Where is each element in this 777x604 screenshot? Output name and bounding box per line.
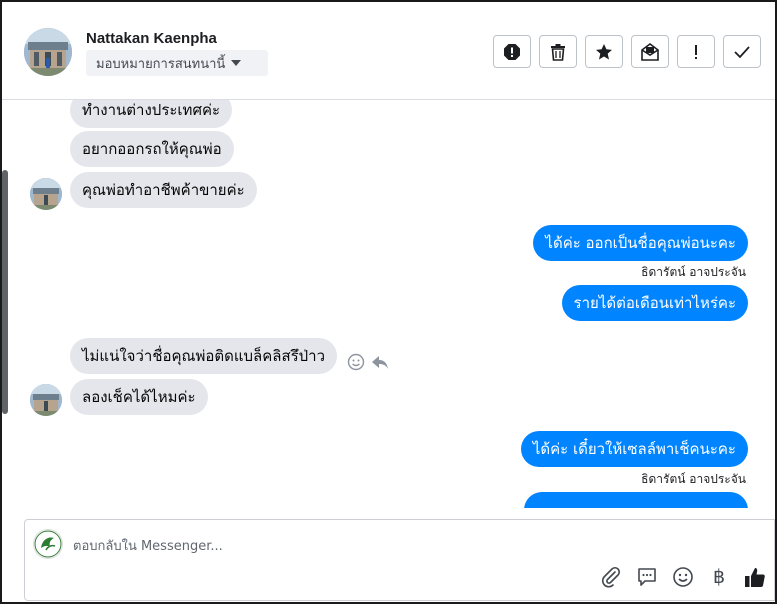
left-scrollbar[interactable] bbox=[2, 170, 8, 414]
header-actions bbox=[493, 35, 761, 68]
message-tools bbox=[347, 353, 389, 371]
reply-composer[interactable]: ตอบกลับใน Messenger... ฿ bbox=[24, 519, 775, 601]
outgoing-message[interactable]: ได้ค่ะ เดี๋ยวให้เซลล์พาเช็คนะคะ bbox=[520, 431, 748, 467]
delete-button[interactable] bbox=[539, 35, 577, 68]
follow-up-button[interactable] bbox=[677, 35, 715, 68]
reply-icon[interactable] bbox=[371, 353, 389, 371]
contact-avatar[interactable] bbox=[24, 28, 72, 76]
assign-label: มอบหมายการสนทนานี้ bbox=[96, 56, 226, 72]
smiley-icon[interactable] bbox=[347, 353, 365, 371]
sender-name: ธิดารัตน์ อาจประจัน bbox=[641, 265, 746, 279]
contact-name[interactable]: Nattakan Kaenpha bbox=[86, 30, 217, 47]
incoming-message[interactable]: คุณพ่อทำอาชีพค้าขายค่ะ bbox=[70, 172, 257, 208]
mark-unread-button[interactable] bbox=[631, 35, 669, 68]
emoji-icon[interactable] bbox=[672, 566, 694, 588]
envelope-icon bbox=[641, 42, 659, 61]
sender-name: ธิดารัตน์ อาจประจัน bbox=[641, 472, 746, 486]
star-icon bbox=[596, 43, 612, 59]
mark-done-button[interactable] bbox=[723, 35, 761, 68]
payment-icon[interactable]: ฿ bbox=[708, 566, 730, 588]
outgoing-message-partial[interactable] bbox=[524, 492, 748, 508]
outgoing-message[interactable]: รายได้ต่อเดือนเท่าไหร่คะ bbox=[561, 285, 748, 321]
conversation-header: Nattakan Kaenpha มอบหมายการสนทนานี้ bbox=[2, 6, 775, 100]
incoming-message[interactable]: ทำงานต่างประเทศค่ะ bbox=[70, 100, 233, 128]
trash-icon bbox=[551, 43, 565, 61]
paperclip-icon[interactable] bbox=[600, 566, 622, 588]
alert-octagon-icon bbox=[504, 43, 520, 60]
reply-input[interactable]: ตอบกลับใน Messenger... bbox=[73, 535, 223, 556]
mark-spam-button[interactable] bbox=[493, 35, 531, 68]
exclamation-icon bbox=[695, 44, 697, 59]
incoming-message[interactable]: ลองเช็คได้ไหมค่ะ bbox=[70, 379, 208, 415]
saved-replies-icon[interactable] bbox=[636, 566, 658, 588]
caret-down-icon bbox=[231, 60, 242, 66]
outgoing-message[interactable]: ได้ค่ะ ออกเป็นชื่อคุณพ่อนะคะ bbox=[533, 225, 748, 261]
contact-avatar-small bbox=[30, 178, 62, 210]
incoming-message[interactable]: ไม่แน่ใจว่าชื่อคุณพ่อติดแบล็คลิสรึป่าว bbox=[70, 338, 338, 374]
composer-tools: ฿ bbox=[600, 566, 766, 588]
contact-avatar-small bbox=[30, 384, 62, 416]
star-button[interactable] bbox=[585, 35, 623, 68]
check-icon bbox=[734, 45, 750, 58]
assign-conversation-dropdown[interactable]: มอบหมายการสนทนานี้ bbox=[86, 50, 268, 76]
message-thread: ทำงานต่างประเทศค่ะ อยากออกรถให้คุณพ่อ คุ… bbox=[10, 100, 775, 508]
page-avatar bbox=[33, 529, 63, 559]
thumbs-up-icon[interactable] bbox=[744, 566, 766, 588]
incoming-message[interactable]: อยากออกรถให้คุณพ่อ bbox=[70, 131, 234, 167]
